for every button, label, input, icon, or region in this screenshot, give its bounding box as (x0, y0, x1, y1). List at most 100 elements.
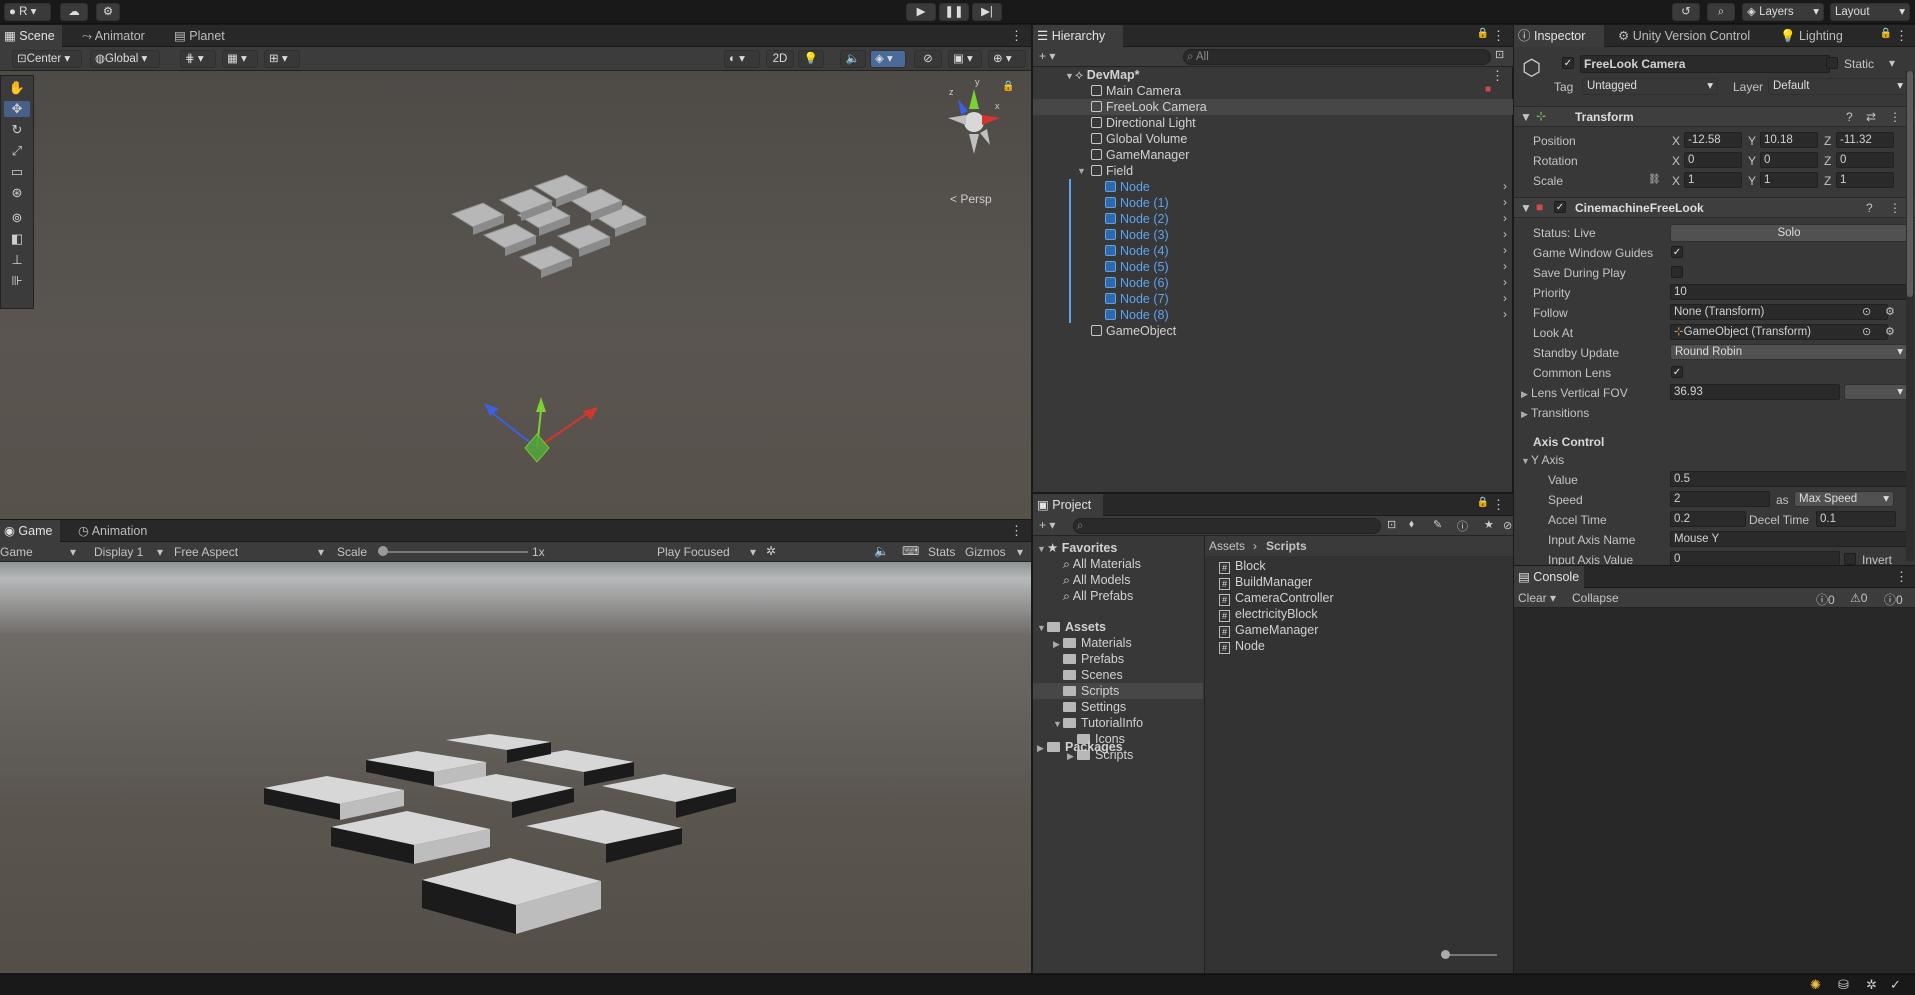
asset-folder-item[interactable]: Scenes (1053, 667, 1123, 683)
inspector-scrollbar[interactable] (1906, 71, 1914, 561)
pivot-dropdown[interactable]: ⊡Center ▾ (12, 50, 82, 68)
transform-tool-icon[interactable]: ⊛ (4, 185, 30, 201)
prefab-open-arrow-icon[interactable]: › (1503, 227, 1507, 241)
asset-folder-item[interactable]: ▶ Materials (1053, 635, 1132, 651)
script-file-item[interactable]: # GameManager (1219, 622, 1318, 638)
bug-icon[interactable]: ✲ (766, 544, 776, 558)
scale-y-field[interactable]: 1 (1760, 172, 1818, 188)
hierarchy-child-item[interactable]: Node (2) (1105, 211, 1169, 227)
warning-filter-button[interactable]: ⚠0 (1850, 591, 1867, 605)
tab-version-control[interactable]: ⚙ Unity Version Control (1614, 25, 1774, 47)
script-file-item[interactable]: # electricityBlock (1219, 606, 1318, 622)
scene-menu-dots[interactable]: ⋮ (1491, 68, 1504, 84)
custom-tool-3-icon[interactable]: ⊥ (4, 252, 30, 268)
folder-foldout[interactable]: ▼ (1053, 716, 1063, 732)
scale-link-icon[interactable]: ⛓ (1648, 174, 1661, 185)
stats-button[interactable]: Stats (928, 545, 955, 559)
position-y-field[interactable]: 10.18 (1760, 132, 1818, 148)
orientation-gizmo[interactable]: y x z (948, 77, 1000, 154)
hierarchy-child-item[interactable]: Node (8) (1105, 307, 1169, 323)
icon-size-thumb[interactable] (1441, 950, 1450, 959)
prefab-open-arrow-icon[interactable]: › (1503, 259, 1507, 273)
favorite-star-icon[interactable]: ★ (1484, 518, 1494, 531)
transitions-foldout[interactable]: ▶ Transitions (1521, 406, 1589, 420)
play-button[interactable]: ▶ (906, 3, 936, 21)
position-x-field[interactable]: -12.58 (1684, 132, 1742, 148)
grid-visibility-button[interactable]: ▦ ▾ (222, 50, 258, 68)
decel-field[interactable]: 0.1 (1816, 511, 1896, 527)
assets-header[interactable]: ▼ Assets (1037, 619, 1106, 635)
follow-picker-icon[interactable]: ⊙ (1862, 305, 1871, 318)
notifications-icon[interactable]: ✓ (1890, 977, 1901, 993)
2d-toggle[interactable]: 2D (766, 50, 794, 68)
display-dropdown[interactable]: Display 1 ▾ (94, 545, 168, 559)
increment-snap-button[interactable]: ⊞ ▾ (264, 50, 300, 68)
rect-tool-icon[interactable]: ▭ (4, 164, 30, 180)
save-during-play-checkbox[interactable] (1671, 266, 1683, 278)
log-filter-button[interactable]: ⓘ0 (1816, 591, 1835, 608)
standby-dropdown[interactable]: Round Robin ▾ (1670, 344, 1908, 360)
search-by-label-icon[interactable]: ⬧ (1409, 518, 1414, 531)
hierarchy-child-item[interactable]: Node (7) (1105, 291, 1169, 307)
active-checkbox[interactable]: ✓ (1562, 57, 1574, 69)
tab-console[interactable]: ▤ Console (1514, 566, 1584, 588)
object-name-field[interactable]: FreeLook Camera (1580, 55, 1830, 73)
clear-dropdown[interactable]: Clear ▾ (1518, 591, 1556, 605)
custom-tool-2-icon[interactable]: ◧ (4, 231, 30, 247)
scale-slider[interactable] (378, 546, 528, 556)
project-lock-icon[interactable]: 🔒 (1477, 497, 1489, 508)
light-bake-icon[interactable]: ✺ (1810, 977, 1821, 993)
breadcrumb-assets[interactable]: Assets (1209, 539, 1245, 553)
fov-preset-dropdown[interactable]: ▾ (1844, 384, 1908, 400)
tab-animator[interactable]: ⤳ Animator (78, 25, 158, 47)
search-button[interactable]: ⌕ (1707, 3, 1735, 21)
space-dropdown[interactable]: ◍Global ▾ (90, 50, 160, 68)
accel-field[interactable]: 0.2 (1670, 511, 1746, 527)
shortcuts-icon[interactable]: ⌨ (902, 544, 919, 558)
look-at-picker-icon[interactable]: ⊙ (1862, 325, 1871, 338)
scale-z-field[interactable]: 1 (1836, 172, 1894, 188)
script-file-item[interactable]: # Block (1219, 558, 1266, 574)
hierarchy-search-options-icon[interactable]: ⊡ (1495, 48, 1504, 61)
freelook-foldout[interactable]: ▼ (1520, 201, 1532, 215)
hierarchy-item[interactable]: Directional Light (1091, 115, 1196, 131)
rotation-x-field[interactable]: 0 (1684, 152, 1742, 168)
hierarchy-child-item[interactable]: Node (3) (1105, 227, 1169, 243)
inspector-scroll-thumb[interactable] (1907, 71, 1913, 297)
cache-server-icon[interactable]: ⛁ (1838, 977, 1849, 993)
lighting-toggle[interactable]: 💡 (798, 50, 824, 68)
debug-mode-icon[interactable]: ✲ (1866, 977, 1877, 993)
script-file-item[interactable]: # Node (1219, 638, 1265, 654)
asset-folder-item[interactable]: Settings (1053, 699, 1126, 715)
inspector-menu-icon[interactable]: ⋮ (1895, 28, 1908, 44)
play-mode-dropdown[interactable]: Play Focused ▾ (657, 545, 761, 559)
draw-mode-button[interactable]: ◐ ▾ (724, 50, 760, 68)
solo-button[interactable]: Solo (1670, 224, 1908, 242)
perspective-label[interactable]: < Persp (950, 192, 992, 206)
favorites-header[interactable]: ▼★ Favorites (1037, 540, 1117, 556)
gizmos-button[interactable]: ⊕ ▾ (988, 50, 1026, 68)
static-dropdown[interactable]: ▾ (1889, 56, 1895, 70)
prefab-open-arrow-icon[interactable]: › (1503, 243, 1507, 257)
follow-field[interactable]: None (Transform) (1670, 304, 1888, 320)
hierarchy-item[interactable]: GameManager (1091, 147, 1189, 163)
speed-mode-dropdown[interactable]: Max Speed ▾ (1794, 491, 1894, 507)
audio-toggle[interactable]: 🔈 (840, 50, 866, 68)
fov-label[interactable]: ▶ Lens Vertical FOV (1521, 386, 1628, 400)
custom-tool-4-icon[interactable]: ⊪ (4, 273, 30, 289)
tab-lighting[interactable]: 💡 Lighting (1776, 25, 1856, 47)
invert-checkbox[interactable] (1844, 553, 1856, 565)
scene-viewport[interactable]: y x z < Persp 🔒 ✋ ✥ ↻ ⤢ ▭ ⊛ ⊚ ◧ ⊥ ⊪ (0, 71, 1031, 519)
asset-folder-item[interactable]: Prefabs (1053, 651, 1124, 667)
move-gizmo[interactable] (484, 397, 598, 463)
error-filter-button[interactable]: ⓘ0 (1884, 591, 1903, 608)
common-lens-checkbox[interactable]: ✓ (1671, 366, 1683, 378)
hierarchy-item[interactable]: Global Volume (1091, 131, 1187, 147)
y-axis-foldout[interactable]: ▼Y Axis (1521, 453, 1564, 467)
freelook-enabled-checkbox[interactable]: ✓ (1554, 201, 1566, 213)
freelook-help-icon[interactable]: ? (1866, 201, 1873, 215)
prefab-open-arrow-icon[interactable]: › (1503, 275, 1507, 289)
lock-icon[interactable]: 🔒 (1002, 81, 1014, 92)
speed-field[interactable]: 2 (1670, 491, 1770, 507)
scene-menu-icon[interactable]: ⋮ (1010, 28, 1023, 44)
